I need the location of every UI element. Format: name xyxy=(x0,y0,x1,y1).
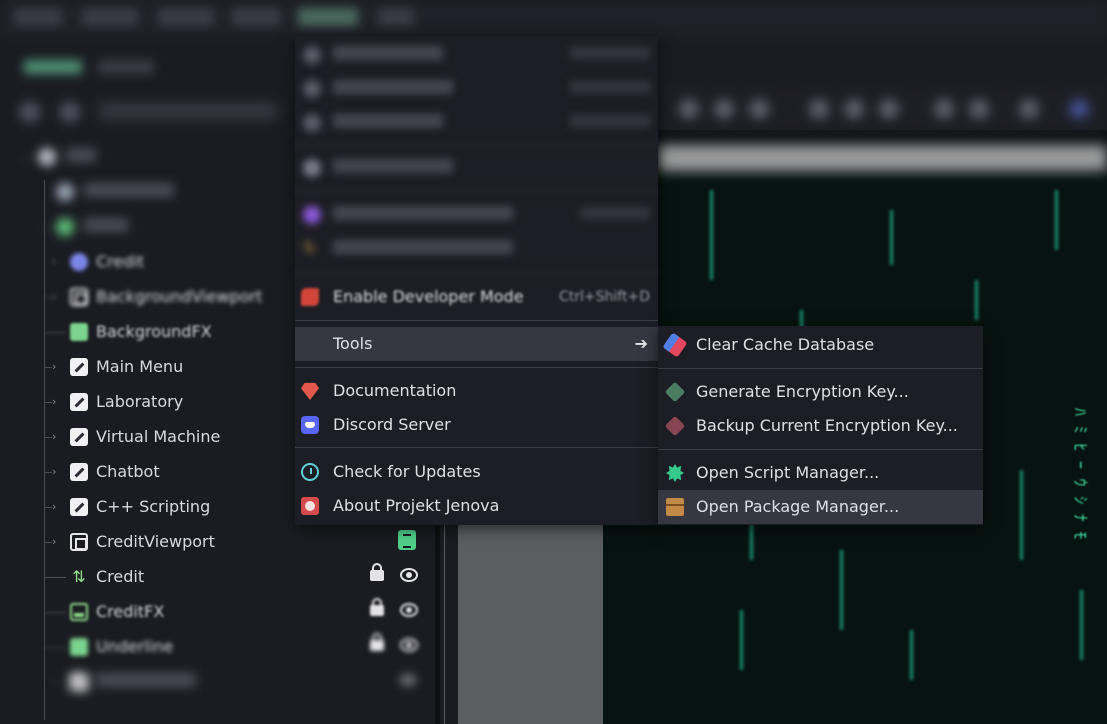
arrow-right-icon: ➔ xyxy=(634,334,648,353)
tree-label: Chatbot xyxy=(96,462,160,481)
viewport-icon xyxy=(70,288,88,306)
dock-tabs xyxy=(10,52,160,82)
lock-icon[interactable] xyxy=(370,633,384,651)
menu-label: Open Package Manager... xyxy=(696,497,900,516)
pencil-icon xyxy=(70,393,88,411)
script-icon[interactable] xyxy=(398,530,416,550)
scene-toolbar xyxy=(10,92,290,128)
row-toggles xyxy=(370,563,430,588)
menu-item-generate-key[interactable]: Generate Encryption Key... xyxy=(658,375,983,409)
documentation-icon xyxy=(301,382,319,400)
key-icon xyxy=(664,381,686,403)
eye-icon[interactable] xyxy=(400,638,418,652)
menu-item-script-manager[interactable]: Open Script Manager... xyxy=(658,456,983,490)
menu-item-tools[interactable]: Tools ➔ xyxy=(295,327,658,361)
update-icon xyxy=(301,463,319,481)
tree-row[interactable]: Underline xyxy=(0,630,435,665)
viewport-strip xyxy=(658,145,1107,171)
gear-icon xyxy=(666,464,684,482)
discord-icon xyxy=(301,416,319,434)
tree-label: BackgroundFX xyxy=(96,322,212,341)
tree-label: Main Menu xyxy=(96,357,184,376)
tree-label: BackgroundViewport xyxy=(96,287,263,306)
menu-label: Discord Server xyxy=(333,415,451,434)
lock-icon[interactable] xyxy=(370,563,384,581)
texture-icon xyxy=(70,603,88,621)
tree-label: Virtual Machine xyxy=(96,427,221,446)
menu-label: Backup Current Encryption Key... xyxy=(696,416,958,435)
menu-item-clear-cache[interactable]: Clear Cache Database xyxy=(658,328,983,362)
menu-item-documentation[interactable]: Documentation xyxy=(295,374,658,408)
menu-item-blurred[interactable] xyxy=(295,106,658,140)
pencil-icon xyxy=(70,463,88,481)
menu-item-blurred[interactable] xyxy=(295,38,658,72)
expand-arrow-icon[interactable]: › xyxy=(52,430,62,444)
pencil-icon xyxy=(70,428,88,446)
tree-label: CreditViewport xyxy=(96,532,215,551)
tree-label: CreditFX xyxy=(96,602,165,621)
menu-item-blurred[interactable] xyxy=(295,72,658,106)
developer-icon xyxy=(301,288,319,306)
expand-arrow-icon[interactable]: › xyxy=(52,500,62,514)
editor-menubar xyxy=(0,0,1107,36)
texture-icon xyxy=(70,638,88,656)
menu-item-check-updates[interactable]: Check for Updates xyxy=(295,455,658,489)
help-menu: ϟ Enable Developer Mode Ctrl+Shift+D Too… xyxy=(295,36,658,525)
expand-arrow-icon[interactable]: › xyxy=(52,360,62,374)
row-toggles xyxy=(370,598,430,623)
tree-row[interactable]: › xyxy=(0,665,435,700)
menu-item-developer-mode[interactable]: Enable Developer Mode Ctrl+Shift+D xyxy=(295,280,658,314)
menu-label: Clear Cache Database xyxy=(696,335,875,354)
tree-label: Laboratory xyxy=(96,392,184,411)
menu-item-blurred[interactable] xyxy=(295,151,658,185)
credit-icon: ⇅ xyxy=(72,567,86,586)
pencil-icon xyxy=(70,358,88,376)
matrix-glyphs: ﾊ ﾐ ﾋ ｰ ｳ ｼ ﾅ ﾓ xyxy=(1071,408,1090,540)
eye-icon[interactable] xyxy=(400,568,418,582)
pencil-icon xyxy=(70,498,88,516)
tree-row[interactable]: ⇅ Credit xyxy=(0,560,435,595)
tree-row[interactable]: › CreditViewport xyxy=(0,525,435,560)
gray-rect xyxy=(458,520,603,724)
menu-item-backup-key[interactable]: Backup Current Encryption Key... xyxy=(658,409,983,443)
menu-label: Enable Developer Mode xyxy=(333,287,524,306)
key-icon xyxy=(664,415,686,437)
expand-arrow-icon[interactable]: › xyxy=(52,395,62,409)
menu-label: Tools xyxy=(333,334,373,353)
viewport-icon xyxy=(70,533,88,551)
tree-label: Underline xyxy=(96,637,174,656)
tree-label: Credit xyxy=(96,252,145,271)
menu-item-discord[interactable]: Discord Server xyxy=(295,408,658,442)
row-toggles xyxy=(370,633,430,658)
menu-item-blurred[interactable] xyxy=(295,198,658,232)
menu-label: About Projekt Jenova xyxy=(333,496,500,515)
expand-arrow-icon[interactable]: › xyxy=(52,465,62,479)
tree-label: Credit xyxy=(96,567,145,586)
jenova-logo-icon xyxy=(301,497,319,515)
menu-label: Generate Encryption Key... xyxy=(696,382,909,401)
menu-item-about[interactable]: About Projekt Jenova xyxy=(295,489,658,523)
menu-label: Check for Updates xyxy=(333,462,481,481)
package-icon xyxy=(666,498,684,516)
eye-icon[interactable] xyxy=(400,603,418,617)
lock-icon[interactable] xyxy=(370,598,384,616)
tools-submenu: Clear Cache Database Generate Encryption… xyxy=(658,326,983,525)
viewport-toolbar xyxy=(660,86,1107,130)
viewport-ruler xyxy=(440,520,458,724)
color-rect-icon xyxy=(70,323,88,341)
eraser-icon xyxy=(662,332,688,358)
tree-row[interactable]: CreditFX xyxy=(0,595,435,630)
menu-item-package-manager[interactable]: Open Package Manager... xyxy=(658,490,983,524)
menu-label: Open Script Manager... xyxy=(696,463,880,482)
menu-shortcut: Ctrl+Shift+D xyxy=(559,289,650,305)
expand-arrow-icon[interactable]: › xyxy=(52,535,62,549)
tree-label: C++ Scripting xyxy=(96,497,211,516)
menu-item-blurred[interactable]: ϟ xyxy=(295,232,658,266)
menu-label: Documentation xyxy=(333,381,457,400)
